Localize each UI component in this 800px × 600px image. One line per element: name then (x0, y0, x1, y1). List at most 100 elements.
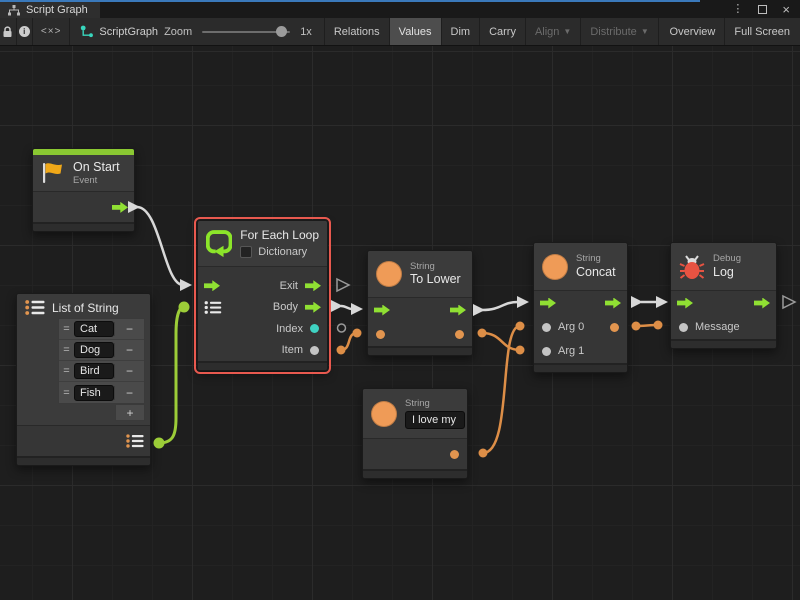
fullscreen-button[interactable]: Full Screen (725, 18, 800, 45)
node-for-each-loop[interactable]: For Each Loop Dictionary Exit (197, 220, 328, 371)
node-concat[interactable]: String Concat Arg 0 Arg 1 (533, 242, 628, 373)
node-subtitle: String (576, 253, 616, 264)
zoom-slider-handle[interactable] (276, 26, 287, 37)
wire-literal-to-arg0[interactable] (479, 322, 525, 458)
flow-output-port[interactable] (112, 202, 128, 213)
wire-concat-to-message[interactable] (632, 321, 663, 331)
close-icon[interactable]: × (782, 3, 790, 16)
drag-handle[interactable]: = (59, 344, 74, 356)
string-value-input[interactable] (405, 411, 465, 429)
wire-tolower-to-arg1[interactable] (478, 329, 525, 355)
node-footer (33, 222, 134, 231)
flow-output-port[interactable] (754, 298, 770, 309)
dim-button[interactable]: Dim (442, 18, 481, 45)
list-item-input[interactable] (74, 342, 114, 358)
node-list-of-string[interactable]: List of String = − = − = (16, 293, 151, 466)
carry-button[interactable]: Carry (480, 18, 526, 45)
exit-unconnected-hint (337, 279, 349, 291)
relations-label: Relations (334, 26, 380, 38)
distribute-button[interactable]: Distribute ▼ (581, 18, 658, 45)
wire-body-to-tolower[interactable] (331, 300, 363, 315)
lock-button[interactable] (0, 18, 17, 45)
flow-output-port[interactable] (605, 298, 621, 309)
port-label-item: Item (282, 344, 303, 356)
flow-output-port[interactable] (450, 305, 466, 316)
code-toggle-icon: <×> (41, 26, 62, 37)
result-output-port[interactable] (610, 323, 619, 332)
list-item-input[interactable] (74, 363, 114, 379)
node-title: Concat (576, 265, 616, 280)
info-button[interactable]: i (17, 18, 34, 45)
tab-title: Script Graph (26, 4, 88, 16)
graph-info-segment: ScriptGraph Zoom 1x (70, 18, 324, 45)
wire-item-to-tolower[interactable] (337, 329, 362, 355)
overview-button[interactable]: Overview (661, 18, 726, 45)
message-input-port[interactable] (679, 323, 688, 332)
remove-item-button[interactable]: − (114, 386, 144, 400)
arg1-input-port[interactable] (542, 347, 551, 356)
dictionary-checkbox[interactable] (240, 246, 252, 258)
list-input-port[interactable] (204, 301, 222, 314)
wire-onstart-to-foreach[interactable] (128, 201, 192, 291)
string-output-port[interactable] (455, 330, 464, 339)
string-type-icon (376, 261, 402, 287)
dictionary-label: Dictionary (258, 246, 307, 259)
values-button[interactable]: Values (390, 18, 442, 45)
list-item-row: = − (59, 340, 144, 361)
bug-icon (679, 254, 705, 280)
tab-script-graph[interactable]: Script Graph (0, 2, 100, 18)
list-output-port[interactable] (126, 434, 144, 448)
node-footer (17, 456, 150, 465)
remove-item-button[interactable]: − (114, 343, 144, 357)
relations-button[interactable]: Relations (325, 18, 390, 45)
focus-accent-line (0, 0, 700, 2)
add-item-button[interactable]: + (115, 404, 145, 421)
exit-output-port[interactable] (305, 280, 321, 291)
zoom-slider[interactable] (202, 31, 290, 33)
tab-bar: Script Graph ⋮ × (0, 0, 800, 18)
remove-item-button[interactable]: − (114, 322, 144, 336)
node-subtitle: String (410, 261, 461, 272)
string-output-port[interactable] (450, 450, 459, 459)
arg0-input-port[interactable] (542, 323, 551, 332)
node-on-start[interactable]: On Start Event (32, 148, 135, 232)
zoom-label: Zoom (164, 26, 192, 38)
list-item-row: = − (59, 382, 144, 403)
port-label-exit: Exit (280, 280, 298, 292)
distribute-label: Distribute (590, 26, 636, 38)
drag-handle[interactable]: = (59, 365, 74, 377)
wire-concat-to-log[interactable] (631, 296, 668, 308)
flow-input-port[interactable] (204, 280, 220, 291)
code-view-toggle[interactable]: <×> (33, 18, 70, 45)
list-item-row: = − (59, 319, 144, 340)
index-output-port[interactable] (310, 324, 319, 333)
node-footer (198, 361, 327, 370)
info-icon: i (19, 26, 30, 37)
script-graph-icon (80, 25, 93, 38)
graph-name-label[interactable]: ScriptGraph (99, 26, 158, 38)
wire-list-to-foreach[interactable] (154, 302, 190, 449)
remove-item-button[interactable]: − (114, 364, 144, 378)
node-to-lower[interactable]: String To Lower (367, 250, 473, 356)
body-output-port[interactable] (305, 302, 321, 313)
wire-tolower-to-concat[interactable] (473, 296, 529, 316)
flag-icon (41, 161, 65, 185)
list-item-input[interactable] (74, 385, 114, 401)
flow-input-port[interactable] (374, 305, 390, 316)
node-string-literal[interactable]: String (362, 388, 468, 479)
string-input-port[interactable] (376, 330, 385, 339)
drag-handle[interactable]: = (59, 323, 74, 335)
loop-icon (206, 228, 232, 259)
window-menu-icon[interactable]: ⋮ (732, 4, 743, 15)
drag-handle[interactable]: = (59, 387, 74, 399)
flow-input-port[interactable] (677, 298, 693, 309)
port-label-arg0: Arg 0 (558, 321, 584, 333)
maximize-icon[interactable] (758, 5, 767, 14)
list-item-input[interactable] (74, 321, 114, 337)
flow-input-port[interactable] (540, 298, 556, 309)
node-debug-log[interactable]: Debug Log Message (670, 242, 777, 349)
align-button[interactable]: Align ▼ (526, 18, 581, 45)
index-unconnected-hint (338, 324, 346, 332)
graph-canvas[interactable]: On Start Event List of (0, 46, 800, 600)
item-output-port[interactable] (310, 346, 319, 355)
